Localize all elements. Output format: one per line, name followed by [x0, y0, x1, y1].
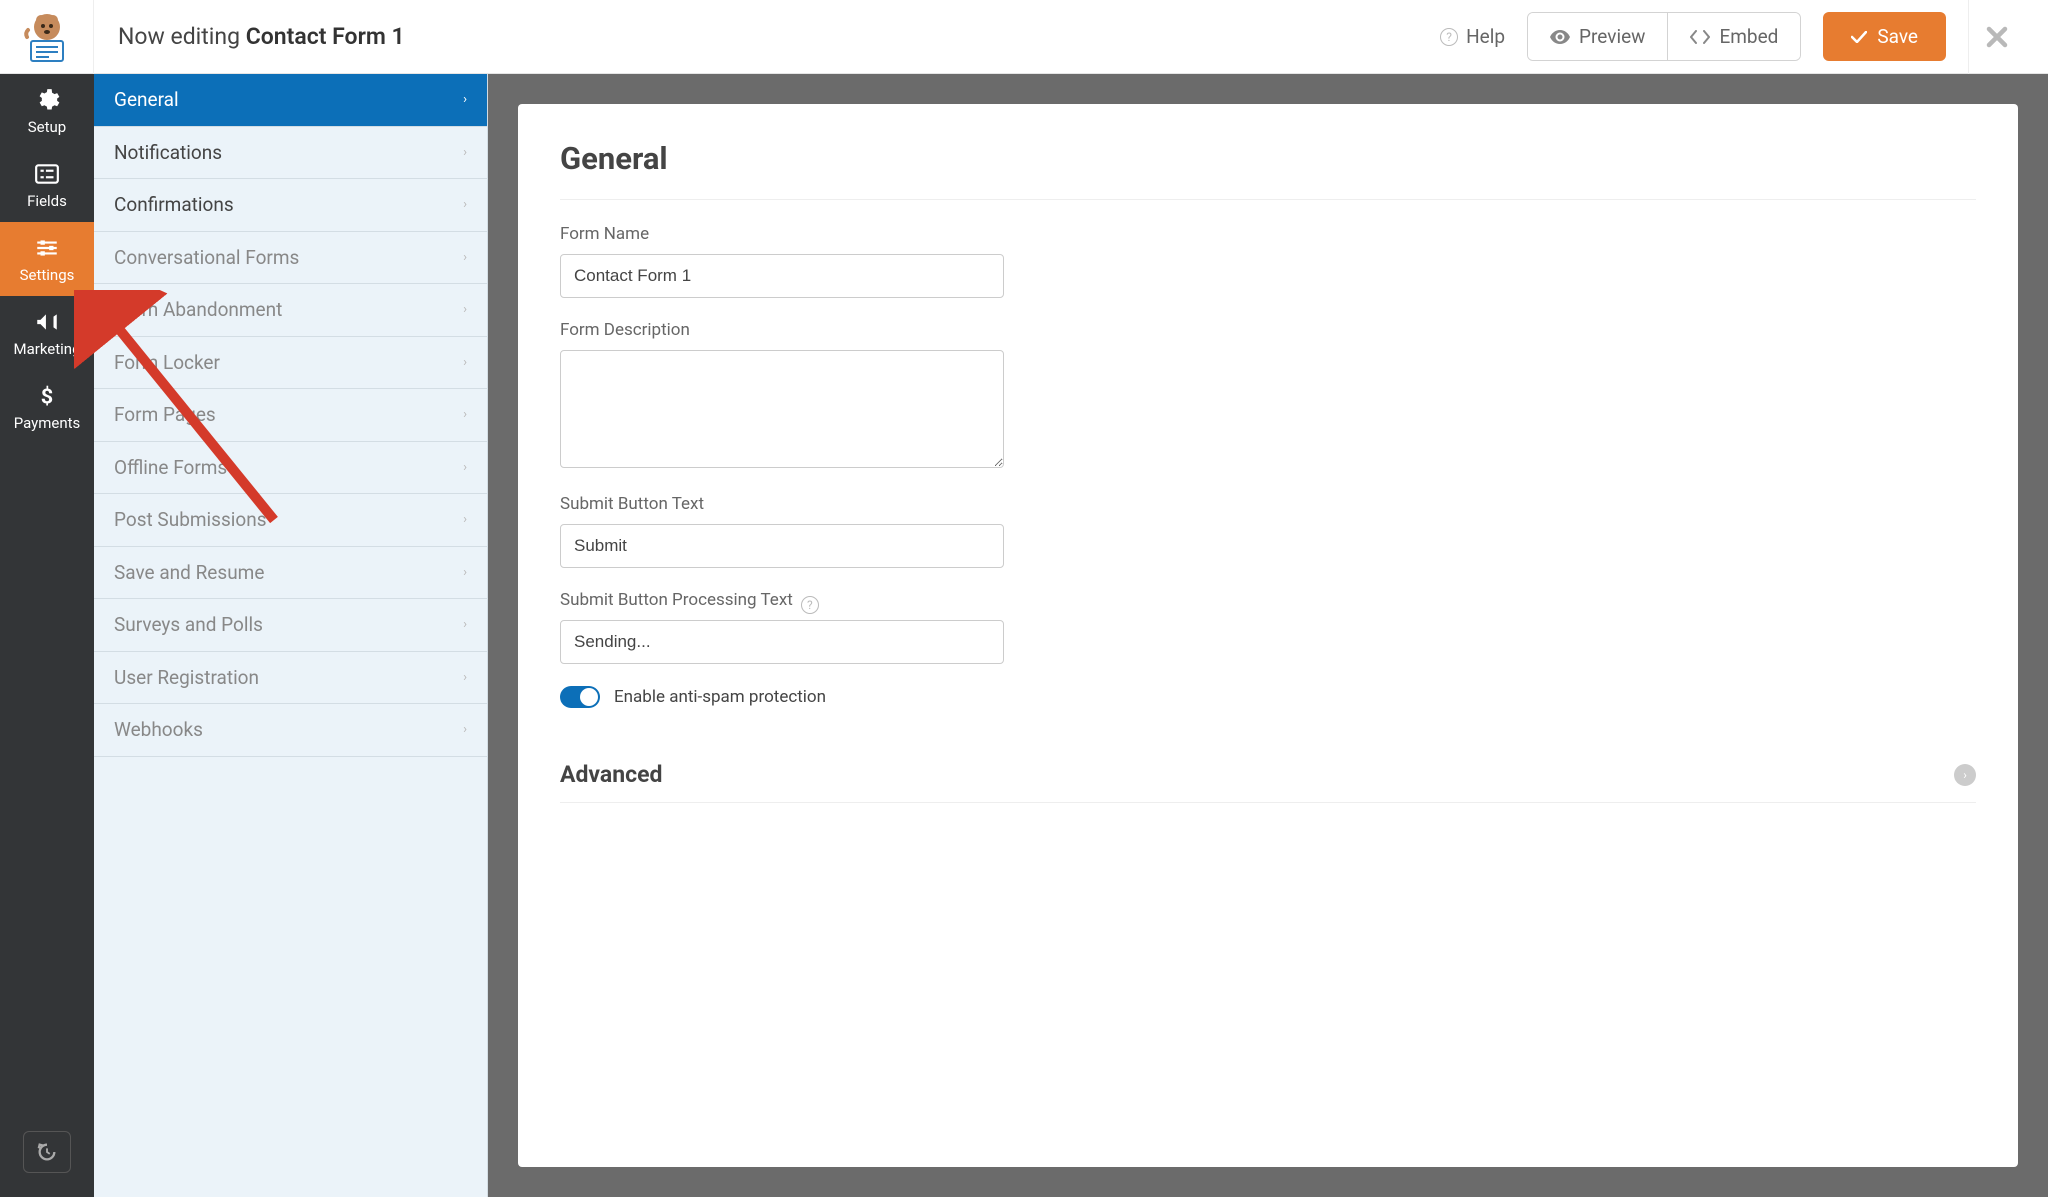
settings-offline[interactable]: Offline Forms› — [94, 442, 487, 495]
check-icon — [1851, 31, 1867, 43]
settings-submenu: General› Notifications› Confirmations› C… — [94, 74, 488, 1197]
chevron-right-icon: › — [463, 145, 467, 160]
chevron-right-icon: › — [463, 565, 467, 580]
form-desc-label: Form Description — [560, 320, 1976, 340]
chevron-right-icon: › — [463, 407, 467, 422]
settings-save-resume[interactable]: Save and Resume› — [94, 547, 487, 600]
list-icon — [34, 161, 60, 187]
settings-locker[interactable]: Form Locker› — [94, 337, 487, 390]
page-title: Now editing Contact Form 1 — [94, 23, 1440, 50]
settings-notifications[interactable]: Notifications› — [94, 127, 487, 180]
close-button[interactable] — [1968, 0, 2024, 74]
svg-text:$: $ — [41, 384, 53, 408]
form-name-label: Form Name — [560, 224, 1976, 244]
history-button[interactable] — [23, 1131, 71, 1173]
antispam-toggle[interactable] — [560, 686, 600, 708]
chevron-right-icon: › — [463, 512, 467, 527]
help-icon: ? — [1440, 28, 1458, 46]
eye-icon — [1550, 30, 1570, 44]
chevron-right-icon: › — [463, 197, 467, 212]
form-name-input[interactable] — [560, 254, 1004, 298]
nav-fields[interactable]: Fields — [0, 148, 94, 222]
help-tooltip-icon[interactable]: ? — [801, 596, 819, 614]
dollar-icon: $ — [34, 383, 60, 409]
nav-setup[interactable]: Setup — [0, 74, 94, 148]
submit-text-input[interactable] — [560, 524, 1004, 568]
chevron-right-icon: › — [463, 460, 467, 475]
nav-marketing[interactable]: Marketing — [0, 296, 94, 370]
processing-text-input[interactable] — [560, 620, 1004, 664]
panel-heading: General — [560, 140, 1976, 200]
settings-user-reg[interactable]: User Registration› — [94, 652, 487, 705]
settings-panel: General Form Name Form Description Submi… — [518, 104, 2018, 1167]
embed-button[interactable]: Embed — [1668, 13, 1800, 60]
chevron-right-icon: › — [463, 670, 467, 685]
nav-rail: Setup Fields Settings Marketing $ Paymen… — [0, 74, 94, 1197]
chevron-circle-right-icon: › — [1954, 764, 1976, 786]
processing-text-label: Submit Button Processing Text — [560, 590, 793, 610]
chevron-right-icon: › — [463, 617, 467, 632]
help-button[interactable]: ? Help — [1440, 25, 1505, 48]
nav-payments[interactable]: $ Payments — [0, 370, 94, 444]
chevron-right-icon: › — [463, 250, 467, 265]
preview-button[interactable]: Preview — [1528, 13, 1668, 60]
code-icon — [1690, 30, 1710, 44]
antispam-label: Enable anti-spam protection — [614, 687, 826, 707]
settings-surveys[interactable]: Surveys and Polls› — [94, 599, 487, 652]
submit-text-label: Submit Button Text — [560, 494, 1976, 514]
save-button[interactable]: Save — [1823, 12, 1946, 61]
wpforms-logo[interactable] — [0, 0, 94, 74]
advanced-section-toggle[interactable]: Advanced › — [560, 742, 1976, 803]
chevron-right-icon: › — [463, 355, 467, 370]
settings-general[interactable]: General› — [94, 74, 487, 127]
settings-post[interactable]: Post Submissions› — [94, 494, 487, 547]
gear-icon — [34, 87, 60, 113]
sliders-icon — [34, 235, 60, 261]
bullhorn-icon — [34, 309, 60, 335]
chevron-right-icon: › — [463, 722, 467, 737]
chevron-right-icon: › — [463, 92, 467, 107]
form-desc-input[interactable] — [560, 350, 1004, 468]
settings-conversational[interactable]: Conversational Forms› — [94, 232, 487, 285]
chevron-right-icon: › — [463, 302, 467, 317]
close-icon — [1985, 25, 2009, 49]
settings-abandonment[interactable]: Form Abandonment› — [94, 284, 487, 337]
settings-confirmations[interactable]: Confirmations› — [94, 179, 487, 232]
history-icon — [36, 1141, 58, 1163]
settings-pages[interactable]: Form Pages› — [94, 389, 487, 442]
nav-settings[interactable]: Settings — [0, 222, 94, 296]
settings-webhooks[interactable]: Webhooks› — [94, 704, 487, 757]
